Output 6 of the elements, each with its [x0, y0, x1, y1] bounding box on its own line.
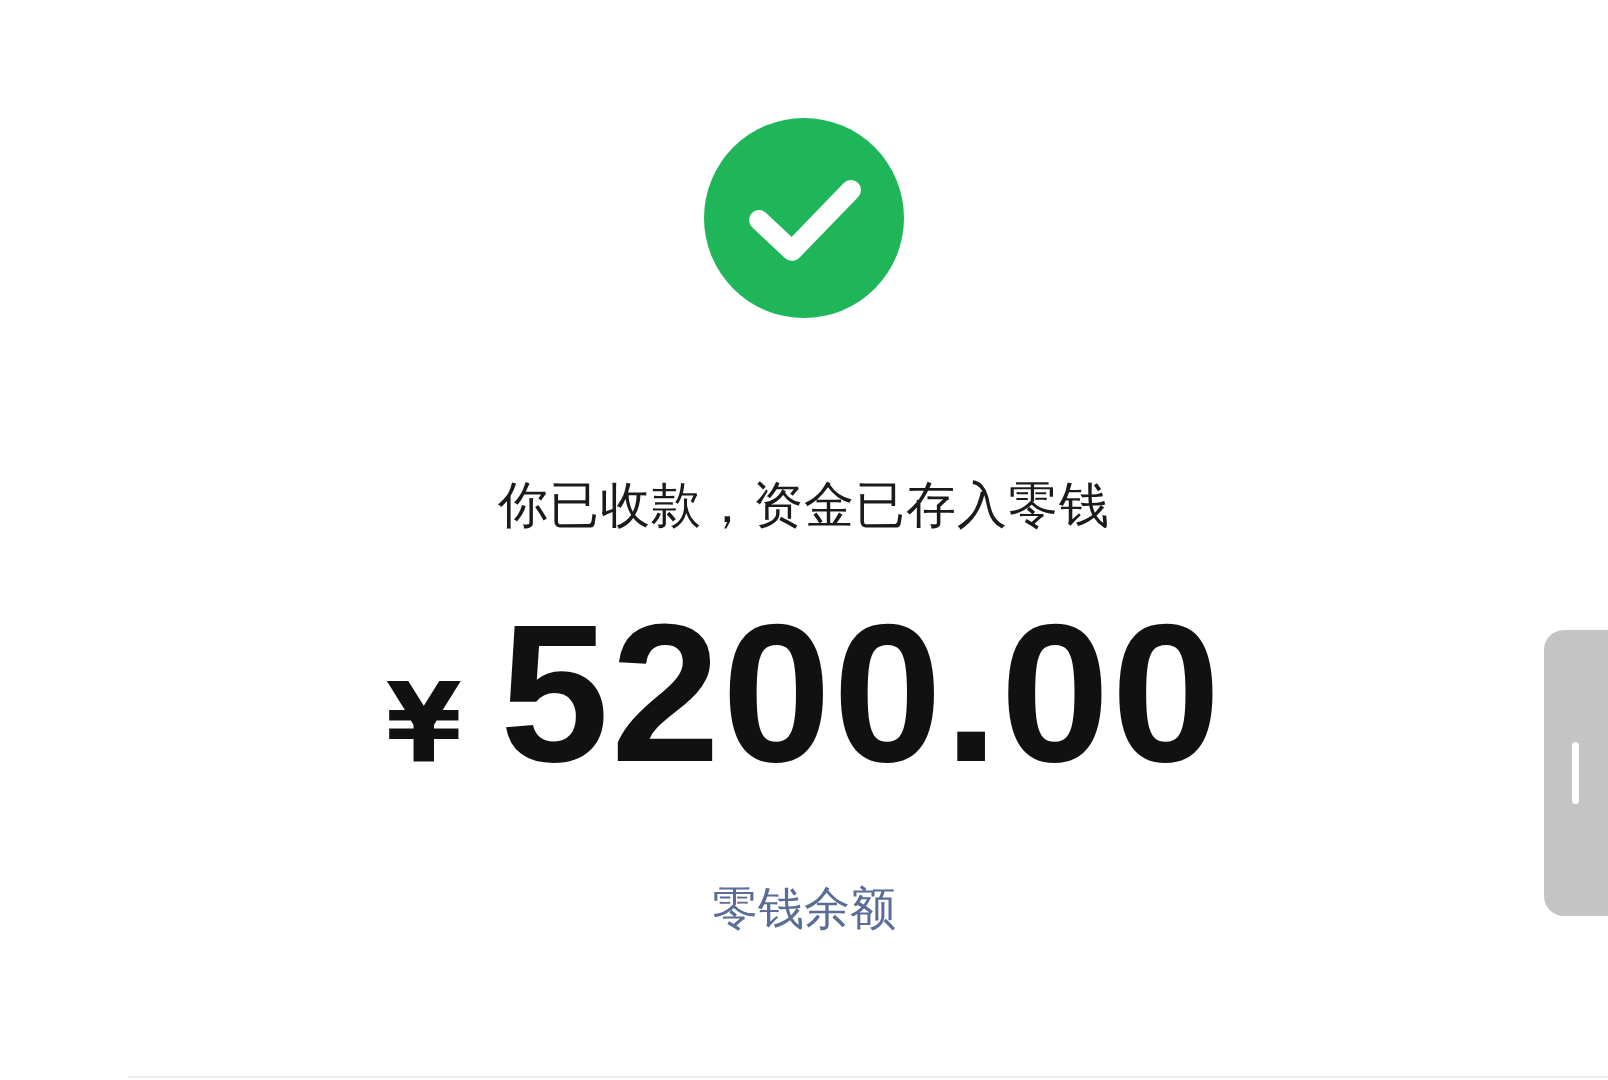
success-check-icon — [704, 118, 904, 318]
currency-symbol: ¥ — [385, 668, 462, 778]
side-drag-handle[interactable] — [1544, 630, 1608, 916]
amount-value: 5200.00 — [500, 596, 1223, 792]
balance-link[interactable]: 零钱余额 — [712, 880, 896, 936]
payment-message: 你已收款，资金已存入零钱 — [498, 476, 1110, 534]
